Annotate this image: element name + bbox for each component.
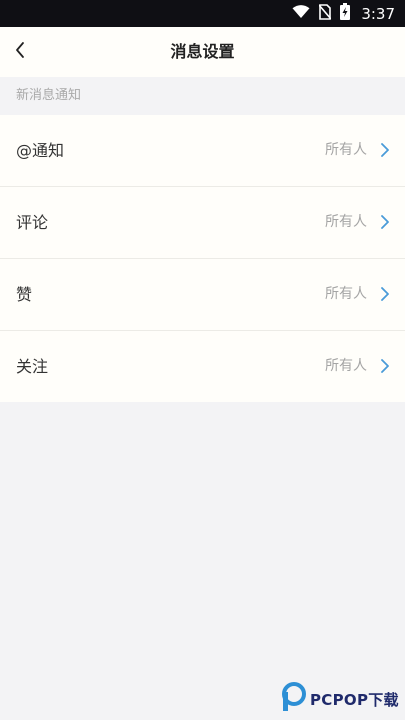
setting-row-follow[interactable]: 关注 所有人 — [0, 331, 405, 402]
section-header: 新消息通知 — [0, 77, 405, 115]
status-icons: 3:37 — [292, 0, 395, 27]
status-time: 3:37 — [361, 4, 395, 23]
header: 消息设置 — [0, 27, 405, 77]
setting-value: 所有人 — [325, 214, 367, 230]
section-label: 新消息通知 — [16, 88, 82, 103]
chevron-right-icon — [379, 358, 391, 374]
watermark-text: PCPOP下载 — [310, 690, 399, 709]
setting-row-comment[interactable]: 评论 所有人 — [0, 187, 405, 259]
setting-value: 所有人 — [325, 358, 367, 374]
setting-label: 关注 — [16, 357, 49, 376]
setting-label: 赞 — [16, 285, 33, 304]
setting-value: 所有人 — [325, 286, 367, 302]
chevron-right-icon — [379, 286, 391, 302]
setting-value: 所有人 — [325, 142, 367, 158]
no-sim-icon — [318, 3, 332, 24]
pcpop-logo-icon — [280, 682, 306, 716]
wifi-icon — [292, 4, 310, 23]
chevron-right-icon — [379, 142, 391, 158]
battery-charging-icon — [340, 3, 351, 24]
page-title: 消息设置 — [170, 42, 235, 61]
setting-label: 评论 — [16, 213, 49, 232]
settings-list: @通知 所有人 评论 所有人 赞 所有人 关注 所有人 — [0, 115, 405, 402]
setting-row-like[interactable]: 赞 所有人 — [0, 259, 405, 331]
watermark: PCPOP下载 — [280, 682, 399, 716]
setting-label: @通知 — [16, 141, 65, 160]
chevron-right-icon — [379, 214, 391, 230]
setting-row-mention[interactable]: @通知 所有人 — [0, 115, 405, 187]
status-bar: 3:37 — [0, 0, 405, 27]
